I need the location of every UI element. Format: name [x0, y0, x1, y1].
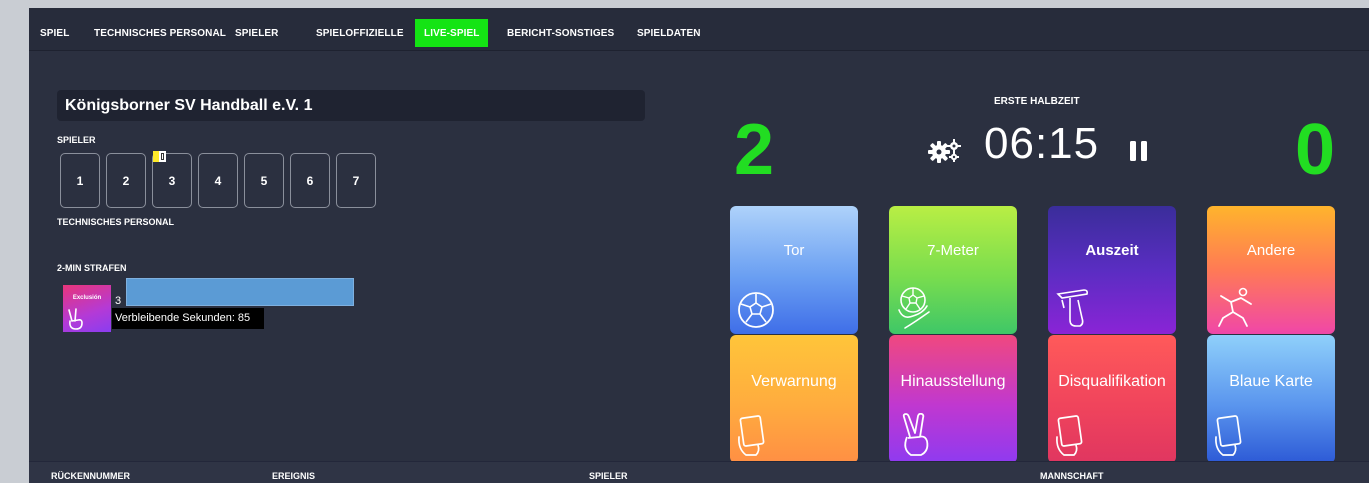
suspension-label: Hinausstellung — [900, 373, 1006, 390]
blue-card-hand-icon — [1215, 415, 1242, 456]
yellow-card-badge — [153, 151, 166, 162]
gears-icon[interactable] — [928, 138, 962, 164]
red-card-hand-icon — [1056, 415, 1083, 456]
pause-icon[interactable] — [1129, 140, 1149, 162]
victory-hand-icon — [902, 413, 929, 456]
warning-label: Verwarnung — [751, 373, 837, 390]
tab-spieloffizielle[interactable]: SPIELOFFIZIELLE — [316, 19, 404, 47]
timeout-hands-icon — [1056, 289, 1088, 327]
player-button[interactable]: 1 — [60, 153, 100, 208]
tab-bericht-sonstiges[interactable]: BERICHT-SONSTIGES — [507, 19, 614, 47]
tab-spiel[interactable]: SPIEL — [40, 19, 69, 47]
seven-meter-label: 7-Meter — [927, 242, 979, 259]
ball-icon — [738, 292, 774, 328]
goal-button[interactable]: Tor — [730, 206, 858, 334]
player-button[interactable]: 2 — [106, 153, 146, 208]
player-button[interactable]: 5 — [244, 153, 284, 208]
yellow-card-hand-icon — [738, 415, 765, 456]
players-label: SPIELER — [57, 135, 96, 145]
player-button[interactable]: 7 — [336, 153, 376, 208]
penalty-progress-bar — [126, 278, 354, 306]
away-score: 0 — [1295, 110, 1336, 190]
player-button[interactable]: 4 — [198, 153, 238, 208]
goal-label: Tor — [783, 242, 805, 259]
events-table-header: RÜCKENNUMMER EREIGNIS SPIELER MANNSCHAFT — [29, 461, 1369, 483]
other-label: Andere — [1246, 242, 1296, 259]
staff-label: TECHNISCHES PERSONAL — [57, 217, 175, 227]
disqualification-label: Disqualifikation — [1058, 373, 1166, 390]
penalty-card[interactable]: Exclusión — [63, 285, 111, 332]
warning-button[interactable]: Verwarnung — [730, 335, 858, 463]
timeout-button[interactable]: Auszeit — [1048, 206, 1176, 334]
app-window: SPIEL TECHNISCHES PERSONAL SPIELER SPIEL… — [29, 8, 1369, 483]
suspension-button[interactable]: Hinausstellung — [889, 335, 1017, 463]
penalty-marker-icon — [159, 151, 166, 162]
column-header-number[interactable]: RÜCKENNUMMER — [51, 471, 130, 481]
game-clock: 06:15 — [984, 119, 1100, 168]
tab-spieler[interactable]: SPIELER — [235, 19, 279, 47]
column-header-player[interactable]: SPIELER — [589, 471, 628, 481]
period-label: ERSTE HALBZEIT — [994, 96, 1080, 107]
blue-card-label: Blaue Karte — [1229, 373, 1313, 390]
penalty-card-label: Exclusión — [72, 295, 102, 301]
home-score: 2 — [734, 110, 775, 190]
victory-hand-icon — [68, 308, 83, 330]
tab-live-spiel[interactable]: LIVE-SPIEL — [415, 19, 489, 47]
hand-ball-icon — [898, 287, 930, 329]
penalties-label: 2-MIN STRAFEN — [57, 263, 127, 273]
tab-spieldaten[interactable]: SPIELDATEN — [637, 19, 701, 47]
penalty-remaining-tooltip: Verbleibende Sekunden: 85 — [112, 308, 264, 329]
timeout-label: Auszeit — [1085, 242, 1139, 259]
tab-technisches-personal[interactable]: TECHNISCHES PERSONAL — [94, 19, 226, 47]
player-jump-icon — [1218, 287, 1252, 327]
penalty-player-number: 3 — [115, 295, 122, 307]
seven-meter-button[interactable]: 7-Meter — [889, 206, 1017, 334]
column-header-team[interactable]: MANNSCHAFT — [1040, 471, 1104, 481]
top-navigation: SPIEL TECHNISCHES PERSONAL SPIELER SPIEL… — [29, 8, 1369, 51]
player-button[interactable]: 6 — [290, 153, 330, 208]
column-header-event[interactable]: EREIGNIS — [272, 471, 315, 481]
disqualification-button[interactable]: Disqualifikation — [1048, 335, 1176, 463]
team-name: Königsborner SV Handball e.V. 1 — [57, 90, 645, 121]
other-button[interactable]: Andere — [1207, 206, 1335, 334]
blue-card-button[interactable]: Blaue Karte — [1207, 335, 1335, 463]
